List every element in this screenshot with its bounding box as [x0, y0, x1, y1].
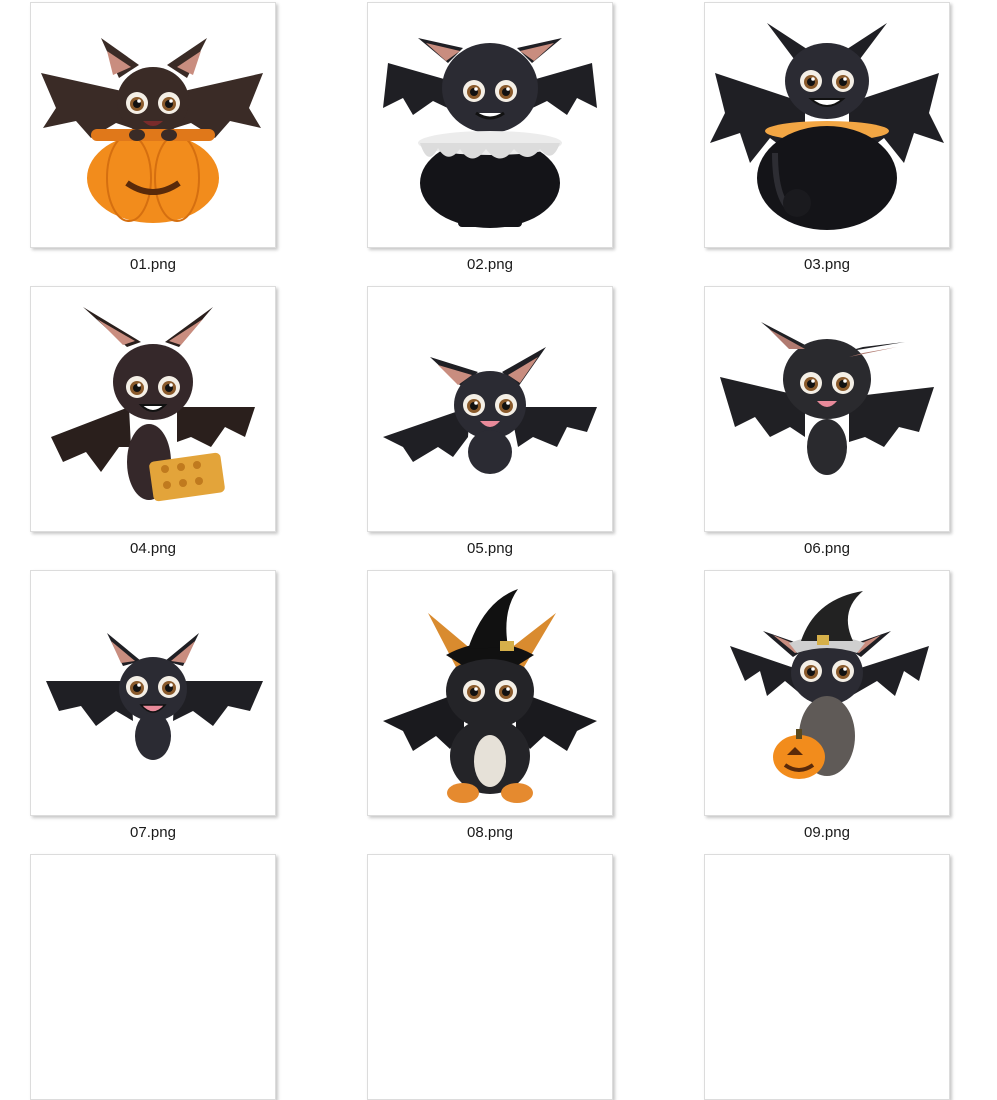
- flying-bat-icon[interactable]: [367, 286, 613, 532]
- thumbnail-partial[interactable]: [704, 854, 950, 1100]
- file-name[interactable]: 06.png: [704, 540, 950, 557]
- file-name[interactable]: 04.png: [30, 540, 276, 557]
- smiling-bat-icon[interactable]: [30, 570, 276, 816]
- bat-on-cauldron-icon[interactable]: [704, 2, 950, 248]
- file-name[interactable]: 02.png: [367, 256, 613, 273]
- file-name[interactable]: 01.png: [30, 256, 276, 273]
- bat-cat-witch-hat-icon[interactable]: [367, 570, 613, 816]
- thumbnail-partial[interactable]: [30, 854, 276, 1100]
- bat-with-cracker-icon[interactable]: [30, 286, 276, 532]
- thumbnail-partial[interactable]: [367, 854, 613, 1100]
- fuzzy-flying-bat-icon[interactable]: [704, 286, 950, 532]
- file-name[interactable]: 03.png: [704, 256, 950, 273]
- file-name[interactable]: 07.png: [30, 824, 276, 841]
- file-name[interactable]: 08.png: [367, 824, 613, 841]
- bat-in-cauldron-icon[interactable]: [367, 2, 613, 248]
- file-name[interactable]: 09.png: [704, 824, 950, 841]
- file-name[interactable]: 05.png: [367, 540, 613, 557]
- bat-in-pumpkin-icon[interactable]: [30, 2, 276, 248]
- file-grid: 01.png 02.png 03.png 04.png 05.png 06.pn…: [0, 0, 997, 1100]
- witch-bat-with-pumpkin-icon[interactable]: [704, 570, 950, 816]
